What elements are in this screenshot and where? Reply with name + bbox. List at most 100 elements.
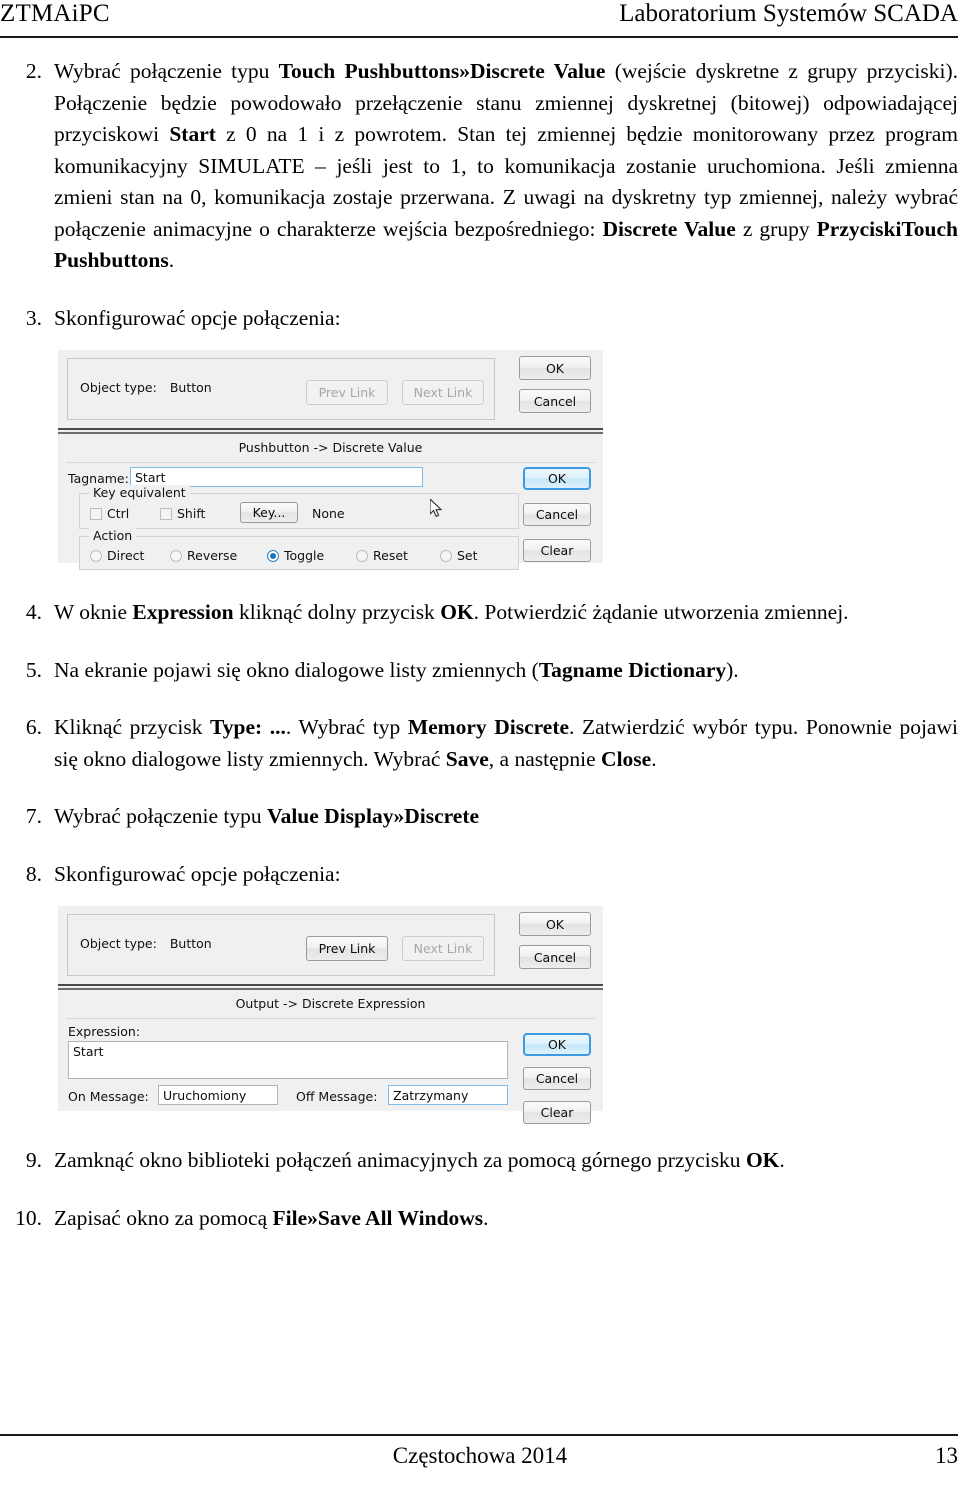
- dialog2-cancel-top-button[interactable]: Cancel: [519, 945, 591, 969]
- step-9-text-part-2: .: [779, 1148, 785, 1172]
- step-5-text: Na ekranie pojawi się okno dialogowe lis…: [54, 655, 960, 687]
- dialog1-action-label-reset: Reset: [373, 548, 408, 563]
- step-4-bold-2: OK: [440, 600, 474, 624]
- mouse-cursor-icon: [430, 499, 443, 518]
- dialog2-ok-bottom-button[interactable]: OK: [523, 1033, 591, 1056]
- radio-icon[interactable]: [356, 550, 368, 562]
- dialog1-object-type-label: Object type:: [80, 380, 157, 395]
- dialog1-action-label-reverse: Reverse: [187, 548, 238, 563]
- dialog1-action-radio-set[interactable]: Set: [440, 548, 478, 563]
- dialog2-prev-link-button[interactable]: Prev Link: [306, 936, 388, 961]
- step-2: 2. Wybrać połączenie typu Touch Pushbutt…: [0, 56, 960, 277]
- step-6-text-part-1: Kliknąć przycisk: [54, 715, 211, 739]
- dialog2-on-message-input[interactable]: Uruchomiony: [158, 1085, 278, 1105]
- step-7-number: 7.: [25, 804, 42, 828]
- step-6-bold-4: Close: [601, 746, 652, 771]
- document-body: 2. Wybrać połączenie typu Touch Pushbutt…: [0, 56, 960, 1234]
- step-7-text: Wybrać połączenie typu Value Display»Dis…: [54, 801, 960, 833]
- step-3-text: Skonfigurować opcje połączenia:: [54, 305, 341, 330]
- dialog2-off-message-label: Off Message:: [296, 1089, 378, 1104]
- dialog1-tagname-input[interactable]: Start: [130, 467, 423, 487]
- dialog1-action-radio-reset[interactable]: Reset: [356, 548, 408, 563]
- dialog2-object-type: Object type: Button: [80, 936, 212, 951]
- dialog2-object-type-label: Object type:: [80, 936, 157, 951]
- checkbox-icon[interactable]: [90, 508, 102, 520]
- dialog1-key-button[interactable]: Key...: [240, 502, 298, 523]
- dialog2-expression-label: Expression:: [68, 1024, 141, 1039]
- dialog2-top-pane: Object type: Button Prev Link Next Link O…: [58, 906, 603, 984]
- step-4-text-part-3: . Potwierdzić żądanie utworzenia zmienne…: [473, 600, 849, 624]
- dialog2-on-message-label: On Message:: [68, 1089, 149, 1104]
- step-6-text-part-2: . Wybrać typ: [285, 715, 408, 739]
- dialog2-off-message-input[interactable]: Zatrzymany: [388, 1085, 508, 1105]
- step-10: 10. Zapisać okno za pomocą File»Save All…: [0, 1203, 960, 1235]
- dialog2-ok-top-button[interactable]: OK: [519, 912, 591, 936]
- step-7: 7. Wybrać połączenie typu Value Display»…: [0, 801, 960, 833]
- animation-link-dialog-1: Object type: Button Prev Link Next Link O…: [58, 350, 603, 570]
- dialog1-shift-checkbox-row[interactable]: Shift: [160, 506, 205, 521]
- step-4-text-part-2: kliknąć dolny przycisk: [233, 600, 441, 624]
- header-rule: [0, 36, 958, 38]
- dialog1-cancel-top-button[interactable]: Cancel: [519, 389, 591, 413]
- step-10-number: 10.: [15, 1205, 42, 1230]
- step-6-bold-3: Save: [445, 746, 489, 771]
- step-2-bold-1: Touch Pushbuttons»Discrete Value: [278, 59, 606, 83]
- numbered-step-list: 2. Wybrać połączenie typu Touch Pushbutt…: [0, 56, 960, 1234]
- dialog1-ok-top-button[interactable]: OK: [519, 356, 591, 380]
- dialog1-ctrl-checkbox-row[interactable]: Ctrl: [90, 506, 129, 521]
- dialog2-next-link-button[interactable]: Next Link: [402, 936, 484, 961]
- step-9: 9. Zamknąć okno biblioteki połączeń anim…: [0, 1145, 960, 1177]
- radio-icon[interactable]: [267, 550, 279, 562]
- step-7-bold-1: Value Display»Discrete: [267, 804, 480, 828]
- step-9-text: Zamknąć okno biblioteki połączeń animacy…: [54, 1145, 960, 1177]
- dialog2-clear-bottom-button[interactable]: Clear: [523, 1101, 591, 1124]
- checkbox-icon[interactable]: [160, 508, 172, 520]
- dialog1-clear-bottom-button[interactable]: Clear: [523, 539, 591, 562]
- dialog1-prev-link-button[interactable]: Prev Link: [306, 380, 388, 405]
- step-4: 4. W oknie Expression kliknąć dolny przy…: [0, 597, 960, 629]
- step-8: 8. Skonfigurować opcje połączenia:: [0, 859, 960, 891]
- dialog1-cancel-bottom-button[interactable]: Cancel: [523, 503, 591, 526]
- step-7-text-part-1: Wybrać połączenie typu: [54, 804, 268, 828]
- dialog2-expression-input[interactable]: Start: [68, 1041, 508, 1079]
- dialog1-object-type-value: Button: [169, 380, 212, 395]
- footer-rule: [0, 1434, 958, 1436]
- dialog2-cancel-bottom-button[interactable]: Cancel: [523, 1067, 591, 1090]
- footer-page-number: 13: [935, 1443, 958, 1468]
- step-2-bold-3: Discrete Value: [602, 216, 736, 241]
- step-2-number: 2.: [25, 59, 42, 83]
- radio-icon[interactable]: [440, 550, 452, 562]
- dialog2-object-group: Object type: Button Prev Link Next Link: [67, 914, 495, 976]
- dialog2-bottom-pane: Expression: Start On Message: Uruchomion…: [58, 1019, 603, 1124]
- dialog1-pane-title: Pushbutton -> Discrete Value: [66, 434, 595, 463]
- step-6-bold-2: Memory Discrete: [407, 715, 570, 739]
- step-4-number: 4.: [25, 600, 42, 624]
- dialog1-key-value: None: [312, 506, 345, 521]
- step-6-text-part-5: .: [651, 746, 657, 771]
- step-8-text: Skonfigurować opcje połączenia:: [54, 861, 341, 886]
- dialog1-top-pane: Object type: Button Prev Link Next Link O…: [58, 350, 603, 428]
- dialog1-action-radio-reverse[interactable]: Reverse: [170, 548, 237, 563]
- step-2-text: Wybrać połączenie typu Touch Pushbuttons…: [54, 56, 960, 277]
- radio-icon[interactable]: [90, 550, 102, 562]
- dialog1-action-label-toggle: Toggle: [284, 548, 325, 563]
- page-footer: Częstochowa 2014 13: [0, 1434, 960, 1480]
- step-5-bold-1: Tagname Dictionary: [538, 657, 727, 682]
- dialog1-action-radio-toggle[interactable]: Toggle: [267, 548, 324, 563]
- step-9-bold-1: OK: [745, 1148, 780, 1172]
- dialog2-pane-title: Output -> Discrete Expression: [66, 990, 595, 1019]
- step-6-bold-1: Type: ...: [210, 715, 286, 739]
- dialog1-next-link-button[interactable]: Next Link: [402, 380, 484, 405]
- running-head-left: ZTMAiPC: [0, 0, 110, 27]
- dialog1-action-radio-direct[interactable]: Direct: [90, 548, 144, 563]
- step-3-number: 3.: [25, 305, 42, 330]
- step-9-number: 9.: [25, 1148, 42, 1172]
- dialog1-ok-bottom-button[interactable]: OK: [523, 467, 591, 490]
- radio-icon[interactable]: [170, 550, 182, 562]
- step-9-text-part-1: Zamknąć okno biblioteki połączeń animacy…: [54, 1148, 746, 1172]
